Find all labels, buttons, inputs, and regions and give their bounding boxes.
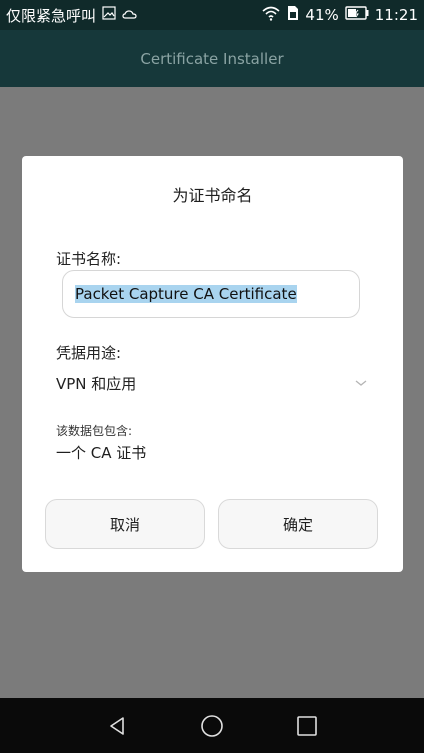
emergency-only-text: 仅限紧急呼叫	[6, 6, 97, 25]
status-right: 41% 11:21	[261, 5, 418, 25]
wifi-icon	[261, 5, 281, 25]
app-title: Certificate Installer	[140, 49, 284, 68]
contains-value: 一个 CA 证书	[56, 444, 147, 462]
usage-label: 凭据用途:	[56, 344, 122, 362]
cancel-label: 取消	[109, 515, 140, 534]
cancel-button[interactable]: 取消	[45, 499, 205, 549]
navigation-bar	[0, 698, 424, 753]
back-icon[interactable]	[105, 714, 129, 738]
battery-percent: 41%	[305, 6, 339, 24]
usage-value: VPN 和应用	[56, 374, 137, 393]
battery-icon	[345, 6, 369, 24]
image-icon	[102, 6, 116, 24]
cloud-icon	[122, 6, 138, 24]
home-icon[interactable]	[200, 714, 224, 738]
contains-label: 该数据包包含:	[56, 424, 133, 438]
chevron-down-icon	[354, 374, 368, 392]
usage-select[interactable]: VPN 和应用	[56, 368, 368, 398]
status-left: 仅限紧急呼叫	[6, 5, 138, 26]
clock: 11:21	[374, 6, 418, 24]
sim-icon	[287, 5, 299, 25]
name-certificate-dialog: 为证书命名 证书名称: Packet Capture CA Certificat…	[22, 156, 403, 572]
ok-label: 确定	[282, 515, 313, 534]
cert-name-value: Packet Capture CA Certificate	[75, 285, 297, 303]
cert-name-label: 证书名称:	[56, 250, 122, 268]
cert-name-input[interactable]: Packet Capture CA Certificate	[62, 270, 360, 318]
app-bar: Certificate Installer	[0, 30, 424, 87]
recents-icon[interactable]	[295, 714, 319, 738]
status-bar: 仅限紧急呼叫 41% 11:21	[0, 0, 424, 30]
dialog-title: 为证书命名	[172, 186, 253, 205]
ok-button[interactable]: 确定	[218, 499, 378, 549]
